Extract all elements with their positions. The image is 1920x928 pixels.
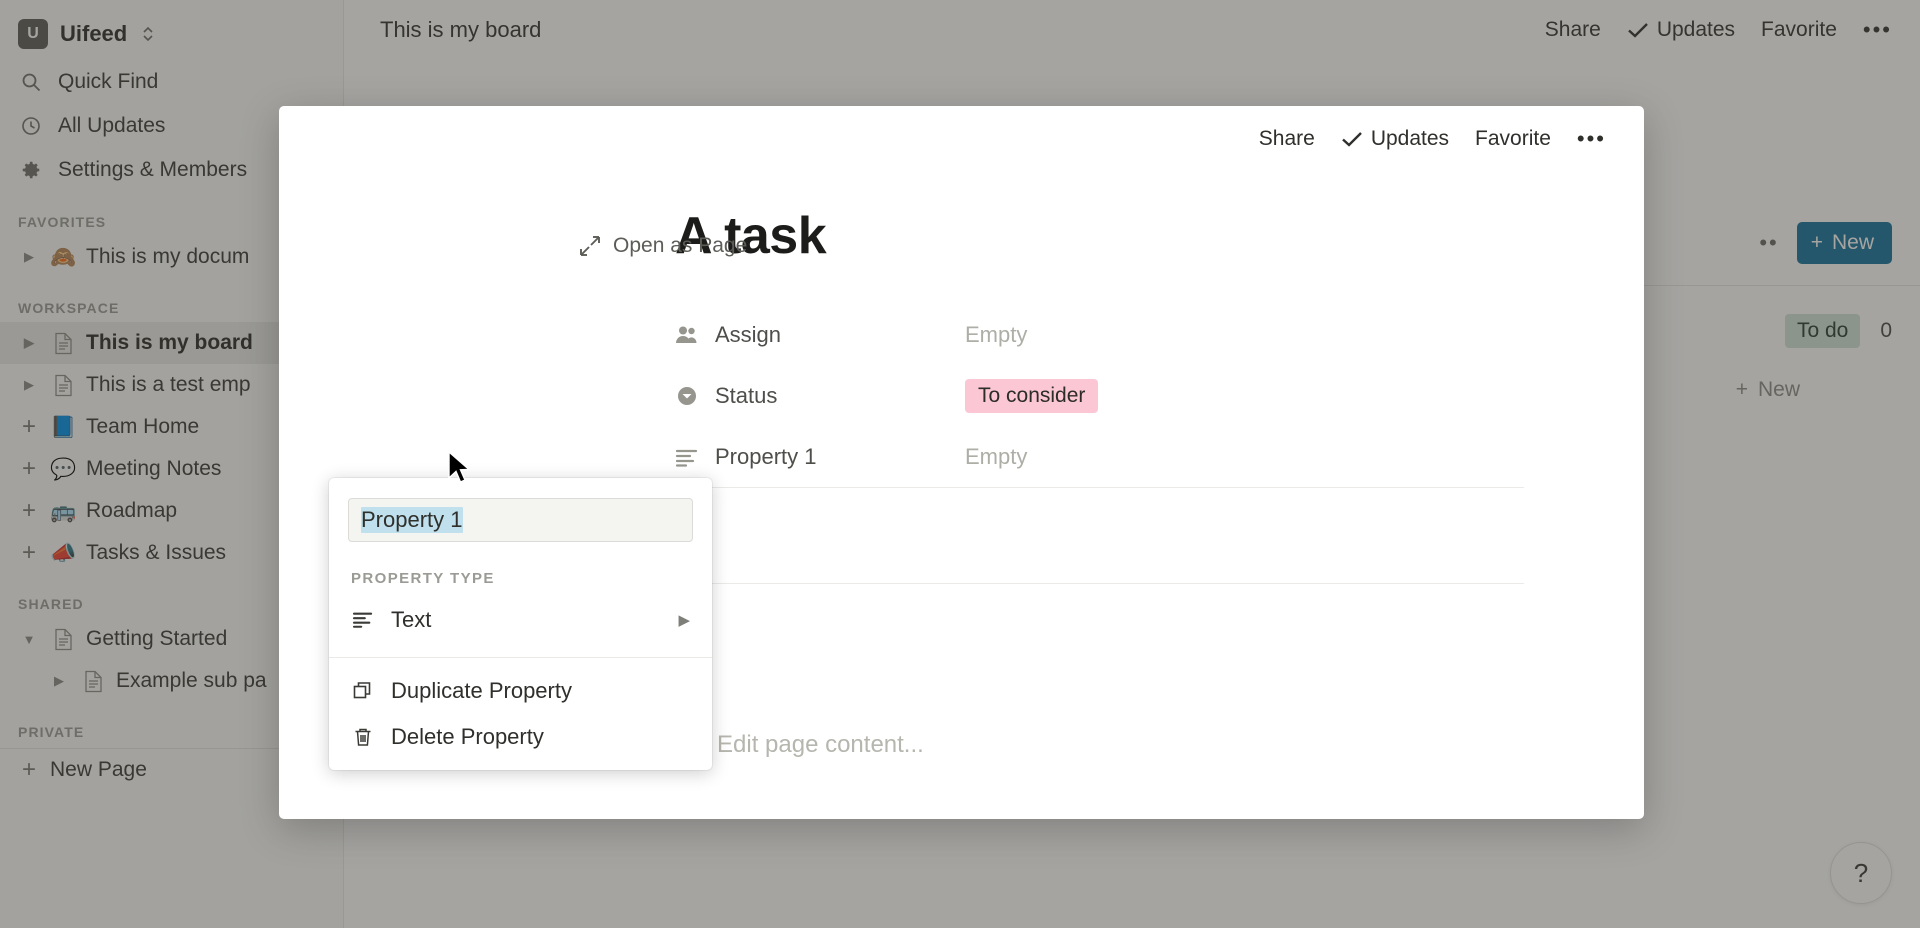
select-circle-icon (675, 384, 715, 408)
property-name-input-wrap: Property 1 (329, 492, 712, 542)
menu-item-text-type[interactable]: Text ▶ (329, 597, 712, 643)
modal-updates-label: Updates (1371, 127, 1449, 151)
menu-item-duplicate-property[interactable]: Duplicate Property (329, 668, 712, 714)
app-root: U Uifeed Quick Find (0, 0, 1920, 928)
property-value[interactable]: Empty (965, 322, 1027, 348)
property-name-value: Property 1 (361, 507, 463, 533)
duplicate-icon (351, 680, 375, 702)
text-lines-icon (675, 447, 715, 467)
modal-header-actions: Share Updates Favorite ••• (1259, 127, 1606, 151)
property-value[interactable]: Empty (965, 444, 1027, 470)
property-label: Status (715, 383, 965, 409)
menu-item-label: Delete Property (391, 724, 544, 750)
property-row-status[interactable]: Status To consider (675, 365, 1644, 426)
menu-item-delete-property[interactable]: Delete Property (329, 714, 712, 760)
open-as-page-label: Open as Page (613, 234, 747, 258)
modal-favorite-button[interactable]: Favorite (1475, 127, 1551, 151)
check-icon (1341, 130, 1363, 148)
property-label: Property 1 (715, 444, 965, 470)
person-icon (675, 324, 715, 346)
menu-divider (329, 657, 712, 658)
property-context-menu: Property 1 PROPERTY TYPE Text ▶ Duplicat… (329, 478, 712, 770)
property-name-input[interactable]: Property 1 (348, 498, 693, 542)
status-chip[interactable]: To consider (965, 379, 1098, 413)
open-as-page-button[interactable]: Open as Page (579, 234, 747, 258)
trash-icon (351, 726, 375, 748)
property-row-assign[interactable]: Assign Empty (675, 304, 1644, 365)
text-lines-icon (351, 611, 375, 629)
property-label: Assign (715, 322, 965, 348)
edit-hint-label: Edit page content... (717, 731, 924, 759)
property-list: Assign Empty Status To consider (279, 266, 1644, 487)
modal-ellipsis-icon[interactable]: ••• (1577, 128, 1606, 150)
content-divider (675, 487, 1524, 583)
property-row-property-1[interactable]: Property 1 Empty (675, 426, 1644, 487)
modal-share-button[interactable]: Share (1259, 127, 1315, 151)
modal-updates-button[interactable]: Updates (1341, 127, 1449, 151)
content-divider (675, 583, 1524, 679)
modal-header: Share Updates Favorite ••• (279, 106, 1644, 172)
task-title[interactable]: A task (279, 172, 1644, 266)
chevron-right-icon: ▶ (678, 611, 690, 629)
menu-item-label: Text (391, 607, 431, 633)
expand-diagonal-icon (579, 235, 601, 257)
menu-item-label: Duplicate Property (391, 678, 572, 704)
menu-section-property-type: PROPERTY TYPE (329, 542, 712, 597)
